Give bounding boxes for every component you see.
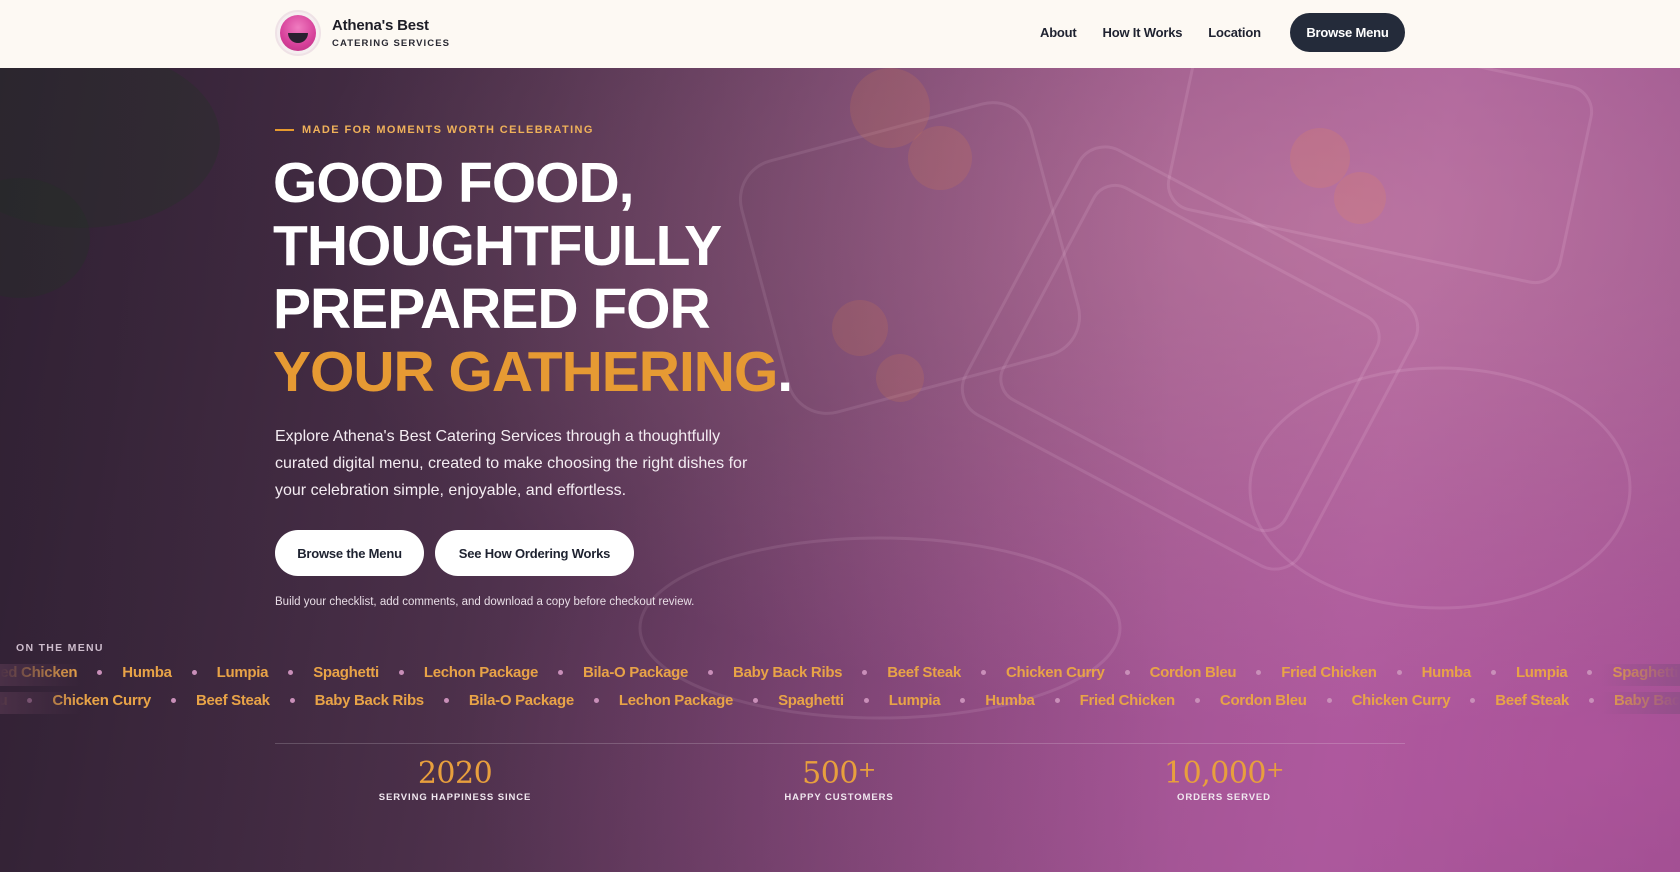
stats-divider: [275, 743, 1405, 744]
headline-accent: YOUR GATHERING: [273, 340, 778, 404]
ticker-separator-icon: [1256, 670, 1262, 675]
menu-ticker-item: Spaghetti: [313, 664, 379, 681]
ticker-separator-icon: [289, 698, 295, 703]
menu-ticker-item: Chicken Curry: [1005, 664, 1105, 681]
hero-headline: GOOD FOOD, THOUGHTFULLY PREPARED FOR YOU…: [273, 151, 793, 404]
on-the-menu-label: ON THE MENU: [16, 642, 104, 654]
ticker-separator-icon: [863, 698, 869, 703]
stat-label: HAPPY CUSTOMERS: [784, 792, 894, 803]
browse-menu-button[interactable]: Browse Menu: [1290, 13, 1405, 52]
menu-ticker-item: Baby Back Ribs: [733, 664, 843, 681]
stat-number: 500: [802, 756, 858, 791]
ticker-separator-icon: [862, 670, 868, 675]
nav-links: About How It Works Location: [1040, 0, 1287, 64]
stat-label: SERVING HAPPINESS SINCE: [378, 792, 532, 803]
menu-ticker-item: Bila-O Package: [583, 664, 689, 681]
menu-ticker-item: Lumpia: [1515, 664, 1568, 681]
stat-orders-served: 10,000+ ORDERS SERVED: [1104, 756, 1344, 803]
ticker-separator-icon: [1588, 698, 1594, 703]
ticker-separator-icon: [170, 698, 176, 703]
see-how-ordering-works-button[interactable]: See How Ordering Works: [435, 530, 634, 576]
menu-ticker-item: Chicken Curry: [1351, 692, 1451, 709]
hero-description: Explore Athena's Best Catering Services …: [275, 428, 748, 499]
brand-subtitle: CATERING SERVICES: [332, 38, 451, 49]
menu-ticker-item: Beef Steak: [195, 692, 270, 709]
logo-icon: [275, 10, 321, 56]
brand-logo-link[interactable]: Athena's Best CATERING SERVICES: [275, 10, 450, 56]
menu-ticker-item: Humba: [985, 692, 1035, 709]
nav-link-about[interactable]: About: [1040, 25, 1077, 40]
hero-eyebrow: MADE FOR MOMENTS WORTH CELEBRATING: [275, 124, 594, 136]
menu-ticker-row-1: Fried Chicken Humba Lumpia Spaghetti Lechon …: [0, 664, 1680, 686]
ticker-separator-icon: [191, 670, 197, 675]
ticker-separator-icon: [1124, 670, 1130, 675]
ticker-separator-icon: [1490, 670, 1496, 675]
ticker-separator-icon: [980, 670, 986, 675]
headline-line-1: GOOD FOOD,: [273, 151, 635, 215]
top-navbar: Athena's Best CATERING SERVICES About Ho…: [0, 0, 1680, 68]
ticker-separator-icon: [1194, 698, 1200, 703]
menu-ticker-item: Bila-O Package: [468, 692, 574, 709]
ticker-separator-icon: [960, 698, 966, 703]
stat-happy-customers: 500+ HAPPY CUSTOMERS: [719, 756, 959, 803]
ticker-separator-icon: [593, 698, 599, 703]
menu-ticker-item: Lechon Package: [618, 692, 734, 709]
menu-ticker-item: Spaghetti: [778, 692, 844, 709]
menu-ticker-row-2: BleuChicken CurryBeef SteakBaby Back Rib…: [0, 692, 1680, 714]
ticker-separator-icon: [1054, 698, 1060, 703]
stat-number: 10,000: [1164, 756, 1267, 791]
menu-ticker-item: Cordon Bleu: [1219, 692, 1307, 709]
ticker-separator-icon: [708, 670, 714, 675]
ticker-separator-icon: [398, 670, 404, 675]
ticker-separator-icon: [753, 698, 759, 703]
menu-ticker-item: Beef Steak: [887, 664, 961, 681]
headline-dot: .: [777, 340, 793, 404]
ticker-separator-icon: [1587, 670, 1593, 675]
menu-ticker-item: Lumpia: [216, 664, 269, 681]
headline-line-2: THOUGHTFULLY: [273, 214, 722, 278]
ticker-separator-icon: [97, 670, 103, 675]
menu-ticker-item: Humba: [122, 664, 172, 681]
eyebrow-line-icon: [275, 129, 294, 131]
ticker-separator-icon: [1326, 698, 1332, 703]
hero-section: MADE FOR MOMENTS WORTH CELEBRATING GOOD …: [0, 68, 1680, 872]
stat-serving-since: 2020 SERVING HAPPINESS SINCE: [335, 756, 575, 803]
brand-name: Athena's Best: [332, 17, 429, 34]
nav-link-location[interactable]: Location: [1208, 25, 1261, 40]
eyebrow-text: MADE FOR MOMENTS WORTH CELEBRATING: [302, 124, 594, 136]
menu-ticker-item: Beef Steak: [1495, 692, 1569, 709]
stat-number: 2020: [417, 756, 493, 791]
ticker-separator-icon: [288, 670, 294, 675]
menu-ticker-item: Humba: [1421, 664, 1472, 681]
browse-the-menu-button[interactable]: Browse the Menu: [275, 530, 424, 576]
menu-ticker-item: Baby Back Ribs: [314, 692, 424, 709]
menu-ticker-item: Fried Chicken: [1281, 664, 1377, 681]
stat-label: ORDERS SERVED: [1177, 792, 1271, 803]
hero-note: Build your checklist, add comments, and …: [275, 596, 695, 608]
menu-ticker-item: Lumpia: [888, 692, 941, 709]
headline-line-3: PREPARED FOR: [273, 277, 711, 341]
ticker-separator-icon: [558, 670, 564, 675]
menu-ticker-item: Lechon Package: [423, 664, 539, 681]
ticker-separator-icon: [1470, 698, 1476, 703]
menu-ticker-item: Cordon Bleu: [1149, 664, 1237, 681]
menu-ticker-item: Fried Chicken: [1079, 692, 1176, 709]
ticker-separator-icon: [1396, 670, 1402, 675]
nav-link-how-it-works[interactable]: How It Works: [1103, 25, 1183, 40]
ticker-separator-icon: [443, 698, 449, 703]
